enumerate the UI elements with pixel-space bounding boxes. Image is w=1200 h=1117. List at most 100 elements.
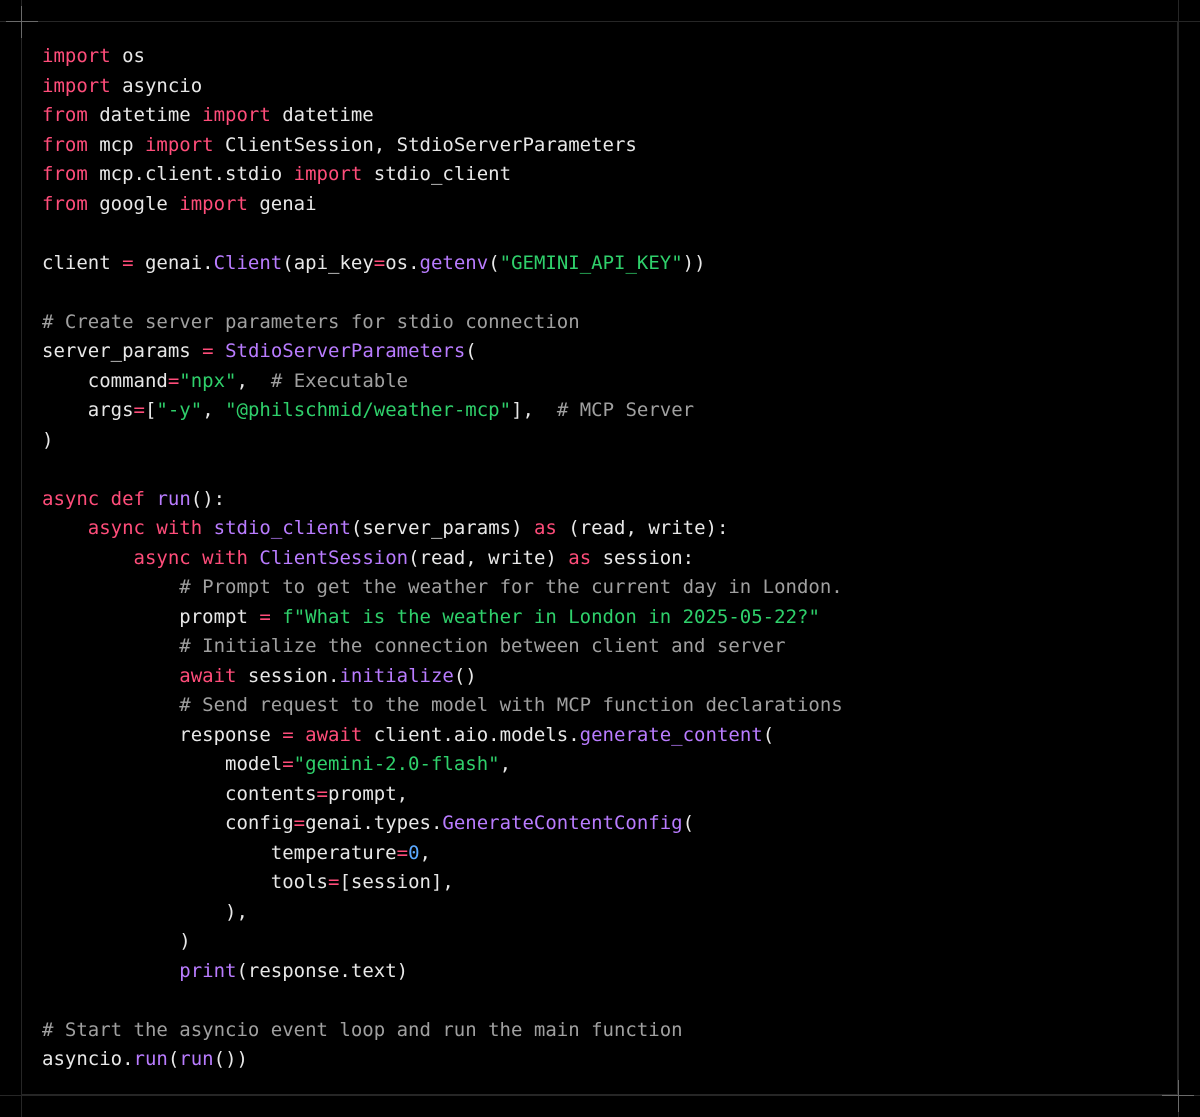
text-token: genai.types. <box>305 812 443 834</box>
frame-edge-right <box>1178 0 1179 1117</box>
text-token: () <box>453 664 477 687</box>
function-token: getenv <box>419 251 489 274</box>
code-line: model="gemini-2.0-flash", <box>42 750 843 780</box>
text-token: , <box>202 399 226 421</box>
operator-token: = <box>373 251 386 274</box>
text-token: genai. <box>133 251 214 274</box>
text-token: args <box>42 399 134 421</box>
code-line: ) <box>42 927 843 957</box>
code-line: async with ClientSession(read, write) as… <box>42 544 843 574</box>
text-token: ( <box>167 1048 180 1070</box>
text-token: server_params <box>42 340 203 362</box>
code-line: async with stdio_client(server_params) a… <box>42 514 843 544</box>
text-token: asyncio <box>110 74 203 97</box>
code-line: server_params = StdioServerParameters( <box>42 337 843 367</box>
text-token: ( <box>762 723 775 746</box>
string-token: "GEMINI_API_KEY" <box>499 251 683 274</box>
text-token: prompt, <box>328 782 409 805</box>
keyword-token: async <box>42 487 100 510</box>
keyword-token: async <box>133 546 191 569</box>
function-token: GenerateContentConfig <box>442 812 683 834</box>
code-line: await session.initialize() <box>42 662 843 692</box>
function-token: StdioServerParameters <box>225 340 466 362</box>
text-token: client.aio.models. <box>362 723 580 746</box>
code-line: from mcp.client.stdio import stdio_clien… <box>42 160 843 190</box>
comment-token: # Start the asyncio event loop and run t… <box>42 1018 683 1041</box>
code-line: import os <box>42 42 843 72</box>
keyword-token: import <box>202 104 271 126</box>
code-block: import os import asyncio from datetime imp… <box>42 42 843 1075</box>
frame-edge-bottom <box>0 1095 1200 1096</box>
code-line: ), <box>42 898 843 928</box>
text-token: (api_key <box>282 251 374 274</box>
code-line: contents=prompt, <box>42 780 843 810</box>
text-token: ( <box>488 251 500 274</box>
function-token: stdio_client <box>213 517 351 539</box>
keyword-token: await <box>305 723 363 746</box>
text-token: session: <box>591 546 695 569</box>
operator-token: = <box>133 399 145 421</box>
comment-token: # Send request to the model with MCP fun… <box>179 694 843 716</box>
code-line: ) <box>42 426 843 456</box>
text-token: (read, write): <box>556 517 729 539</box>
keyword-token: import <box>293 163 363 185</box>
code-line: # Send request to the model with MCP fun… <box>42 691 843 721</box>
text-token: (read, write) <box>408 546 569 569</box>
keyword-token: with <box>202 546 248 569</box>
code-line: from mcp import ClientSession, StdioServ… <box>42 131 843 161</box>
code-line: args=["-y", "@philschmid/weather-mcp"], … <box>42 396 843 426</box>
text-token: stdio_client <box>362 163 512 185</box>
text-token: mcp <box>87 133 145 156</box>
code-line: print(response.text) <box>42 957 843 987</box>
keyword-token: as <box>533 517 557 539</box>
code-line: response = await client.aio.models.gener… <box>42 721 843 751</box>
string-token: "-y" <box>156 399 203 421</box>
keyword-token: as <box>568 546 592 569</box>
text-token: ()) <box>213 1048 248 1070</box>
operator-token: = <box>316 782 328 805</box>
text-token: ), <box>42 900 248 923</box>
code-line: client = genai.Client(api_key=os.getenv(… <box>42 249 843 279</box>
keyword-token: from <box>42 163 88 185</box>
text-token: ], <box>511 399 557 421</box>
code-line: async def run(): <box>42 485 843 515</box>
string-token: "npx" <box>179 369 237 392</box>
text-token: ClientSession, StdioServerParameters <box>213 133 637 156</box>
text-token: datetime <box>270 104 374 126</box>
text-token: datetime <box>87 104 203 126</box>
code-line: prompt = f"What is the weather in London… <box>42 603 843 633</box>
text-token: ( <box>682 812 695 834</box>
text-token: os. <box>385 251 420 274</box>
code-line: # Initialize the connection between clie… <box>42 632 843 662</box>
text-token: command <box>42 369 168 392</box>
frame-edge-left <box>21 0 22 1117</box>
text-token: , <box>419 841 431 864</box>
keyword-token: import <box>42 45 111 67</box>
operator-token: = <box>282 723 294 746</box>
frame-edge-top <box>0 21 1200 22</box>
text-token: temperature <box>42 841 397 864</box>
keyword-token: import <box>179 192 248 215</box>
code-line: from google import genai <box>42 190 843 220</box>
function-token: print <box>179 959 237 982</box>
code-line: # Create server parameters for stdio con… <box>42 308 843 338</box>
text-token: , <box>236 369 271 392</box>
text-token: asyncio. <box>42 1048 134 1070</box>
code-line: config=genai.types.GenerateContentConfig… <box>42 809 843 839</box>
text-token: response <box>42 723 283 746</box>
text-token: (): <box>190 487 226 510</box>
comment-token: # MCP Server <box>556 399 695 421</box>
